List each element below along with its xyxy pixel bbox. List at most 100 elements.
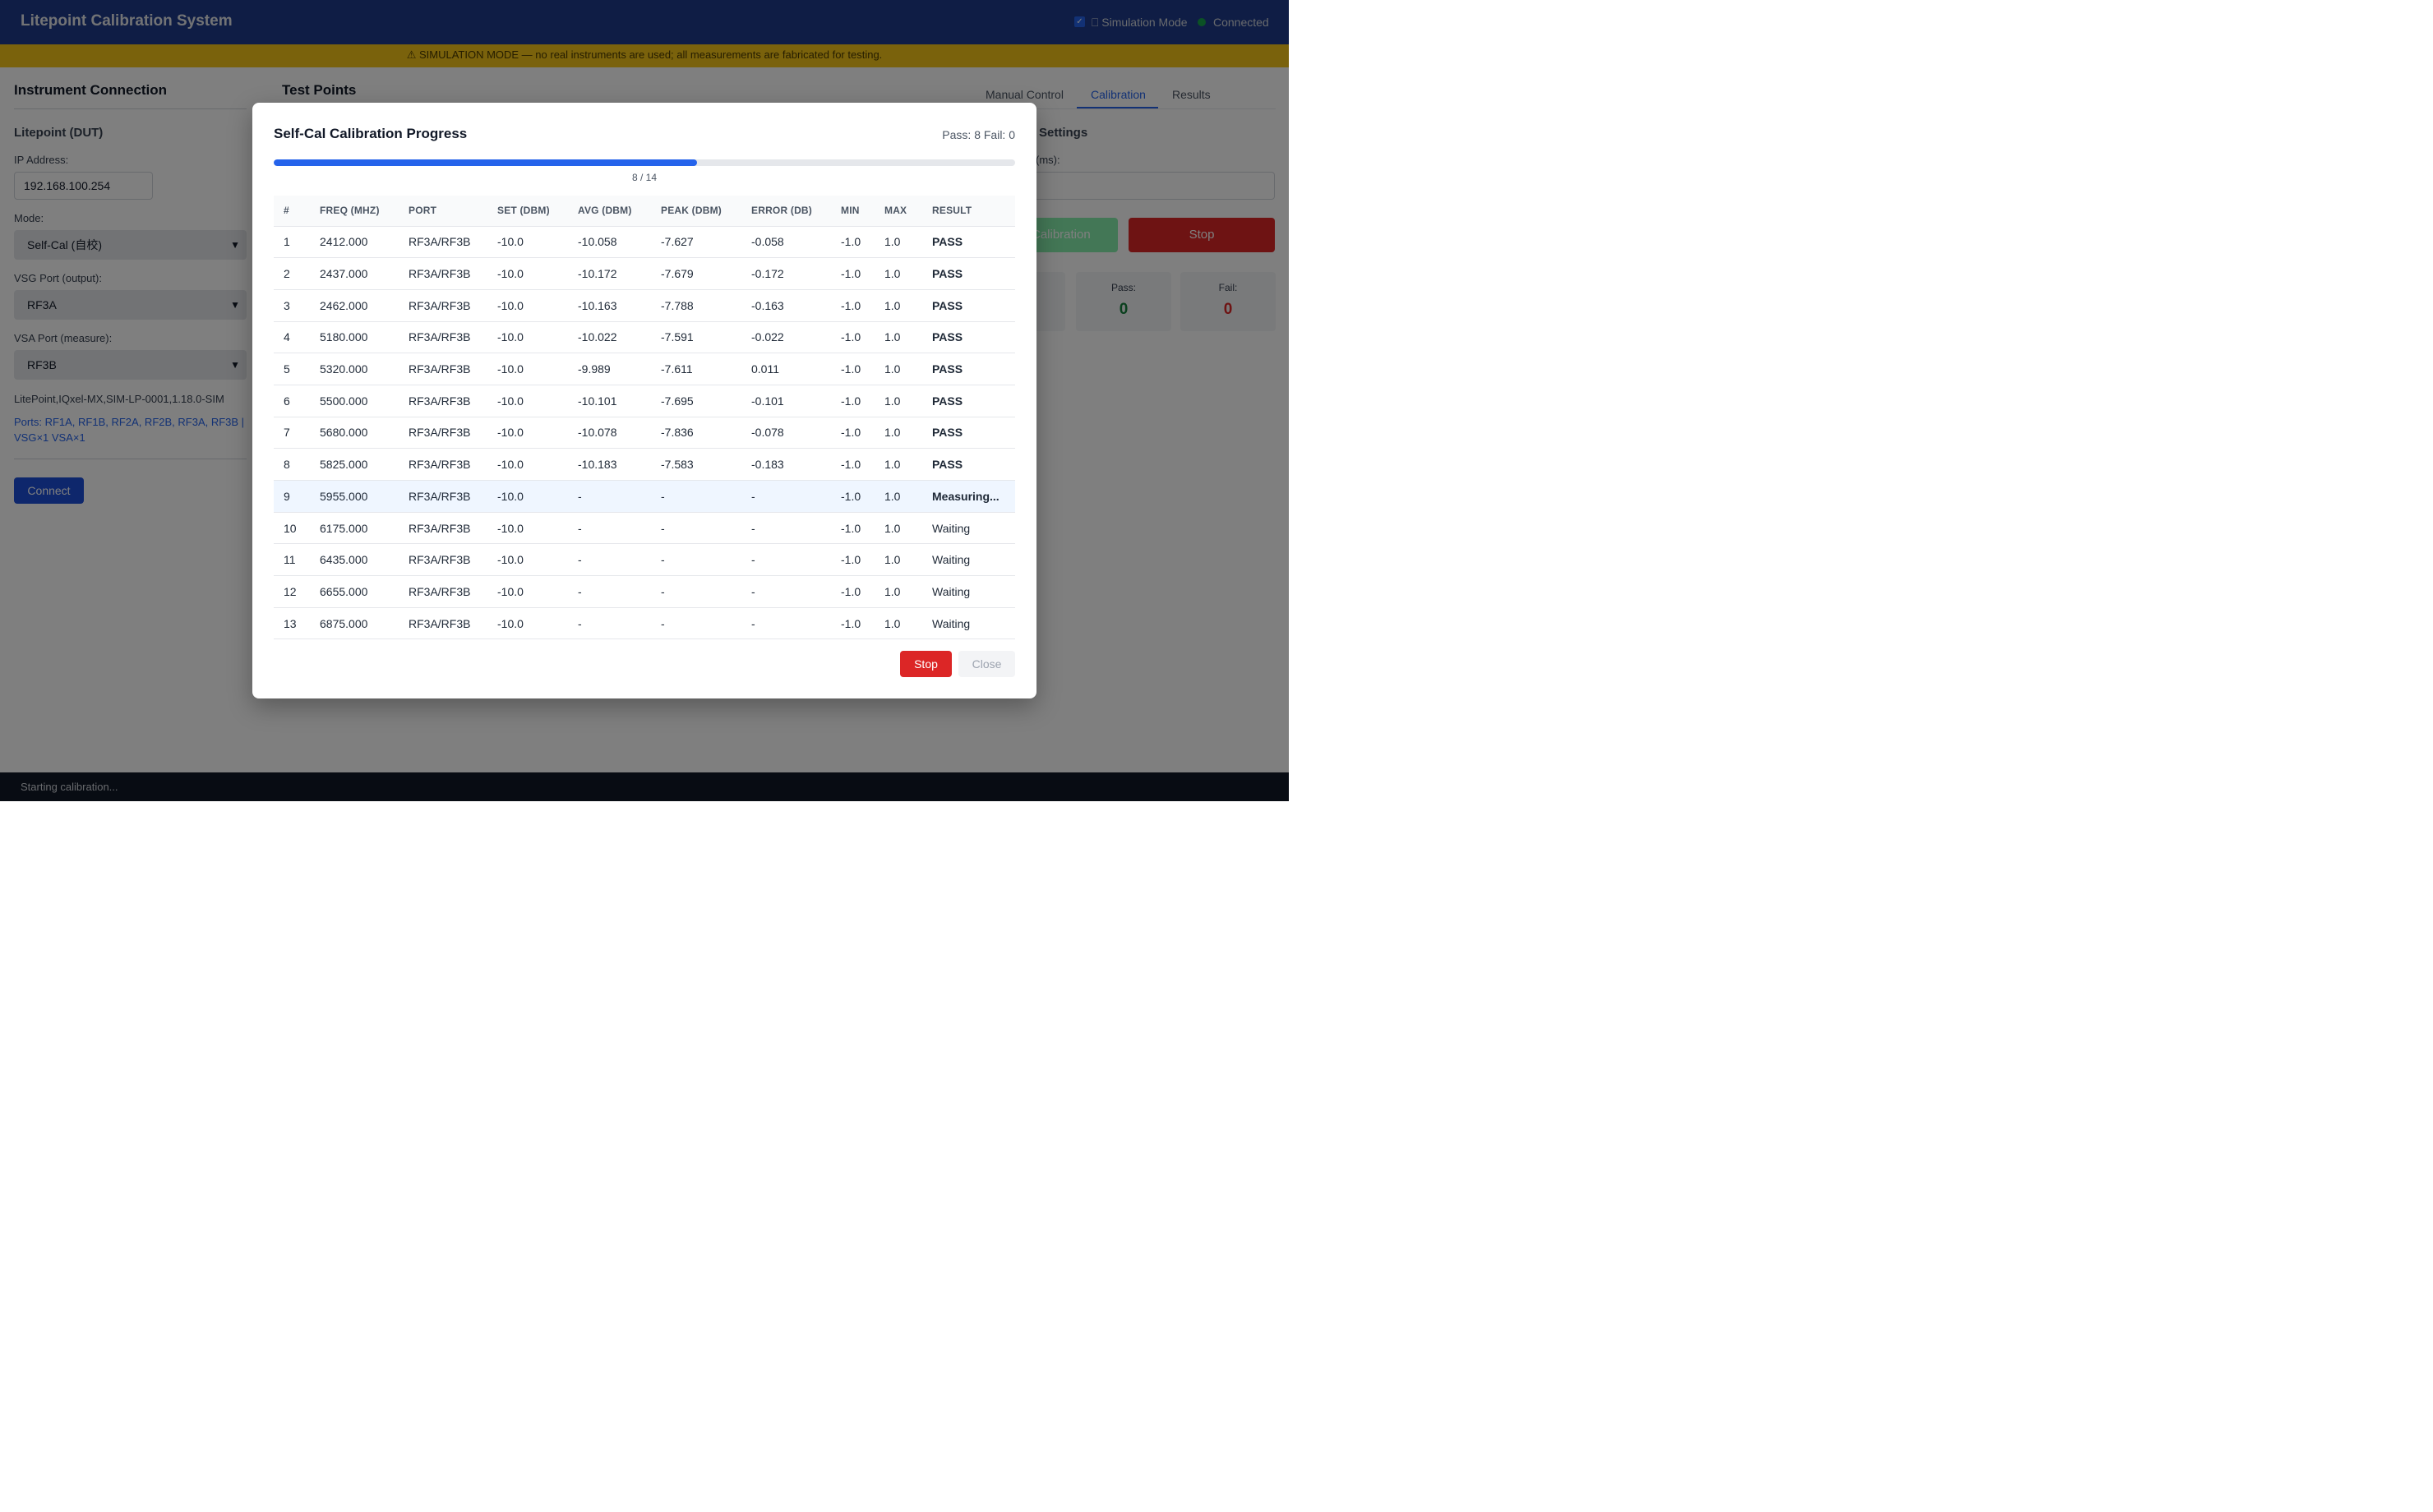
table-cell: -10.022 xyxy=(568,321,651,354)
table-cell: 5825.000 xyxy=(310,448,399,481)
column-header: RESULT xyxy=(922,196,1015,227)
result-cell: Waiting xyxy=(922,512,1015,545)
table-cell: 6175.000 xyxy=(310,512,399,545)
table-cell: 7 xyxy=(274,417,310,449)
table-cell: 6 xyxy=(274,385,310,417)
table-cell: 2437.000 xyxy=(310,257,399,290)
table-cell: - xyxy=(568,575,651,608)
table-cell: -10.0 xyxy=(487,226,568,259)
table-cell: -10.0 xyxy=(487,417,568,449)
column-header: SET (DBM) xyxy=(487,196,568,227)
table-cell: -7.695 xyxy=(651,385,741,417)
result-cell: PASS xyxy=(922,321,1015,354)
column-header: FREQ (MHZ) xyxy=(310,196,399,227)
result-cell: Measuring... xyxy=(922,480,1015,513)
table-cell: 9 xyxy=(274,480,310,513)
table-row: 2 2437.000 RF3A/RF3B -10.0 -10.172 -7.679 -0.1… xyxy=(274,257,1015,290)
calibration-table: # FREQ (MHZ) PORT SET (DBM) AVG (DBM) PE… xyxy=(274,196,1015,640)
table-row: 5 5320.000 RF3A/RF3B -10.0 -9.989 -7.611 0.011… xyxy=(274,353,1015,385)
table-cell: RF3A/RF3B xyxy=(399,448,487,481)
table-cell: RF3A/RF3B xyxy=(399,607,487,640)
table-cell: -10.0 xyxy=(487,543,568,577)
table-cell: 2 xyxy=(274,257,310,290)
result-cell: Waiting xyxy=(922,543,1015,577)
table-cell: 2462.000 xyxy=(310,289,399,322)
modal-close-button[interactable]: Close xyxy=(958,651,1015,677)
table-cell: -10.0 xyxy=(487,480,568,513)
table-cell: - xyxy=(568,480,651,513)
result-cell: PASS xyxy=(922,385,1015,417)
table-cell: -1.0 xyxy=(831,257,875,290)
table-cell: -7.836 xyxy=(651,417,741,449)
table-cell: -0.183 xyxy=(741,448,831,481)
table-cell: 1.0 xyxy=(875,257,922,290)
table-cell: 10 xyxy=(274,512,310,545)
table-cell: 1.0 xyxy=(875,543,922,577)
table-cell: 1.0 xyxy=(875,607,922,640)
table-cell: -7.611 xyxy=(651,353,741,385)
table-cell: RF3A/RF3B xyxy=(399,417,487,449)
table-cell: 1.0 xyxy=(875,321,922,354)
table-cell: 5955.000 xyxy=(310,480,399,513)
result-cell: PASS xyxy=(922,417,1015,449)
table-row: 13 6875.000 RF3A/RF3B -10.0- - - -1.0 1.0 Waitin… xyxy=(274,607,1015,640)
table-cell: 0.011 xyxy=(741,353,831,385)
result-cell: PASS xyxy=(922,289,1015,322)
table-cell: -1.0 xyxy=(831,480,875,513)
table-cell: - xyxy=(741,575,831,608)
table-cell: -7.788 xyxy=(651,289,741,322)
table-cell: RF3A/RF3B xyxy=(399,575,487,608)
table-header-row: # FREQ (MHZ) PORT SET (DBM) AVG (DBM) PE… xyxy=(274,196,1015,227)
table-cell: -1.0 xyxy=(831,353,875,385)
table-cell: RF3A/RF3B xyxy=(399,257,487,290)
table-cell: 5320.000 xyxy=(310,353,399,385)
table-cell: 6435.000 xyxy=(310,543,399,577)
table-cell: RF3A/RF3B xyxy=(399,289,487,322)
column-header: PORT xyxy=(399,196,487,227)
table-cell: 6875.000 xyxy=(310,607,399,640)
table-cell: -9.989 xyxy=(568,353,651,385)
table-cell: - xyxy=(741,512,831,545)
modal-stop-button[interactable]: Stop xyxy=(900,651,952,677)
table-row: 6 5500.000 RF3A/RF3B -10.0 -10.101 -7.695 -0.1… xyxy=(274,385,1015,417)
table-cell: -0.101 xyxy=(741,385,831,417)
table-cell: - xyxy=(568,607,651,640)
table-cell: - xyxy=(741,607,831,640)
table-cell: -7.627 xyxy=(651,226,741,259)
column-header: AVG (DBM) xyxy=(568,196,651,227)
table-cell: 13 xyxy=(274,607,310,640)
table-cell: -10.0 xyxy=(487,321,568,354)
table-cell: 5500.000 xyxy=(310,385,399,417)
table-cell: -10.0 xyxy=(487,607,568,640)
table-row: 3 2462.000 RF3A/RF3B -10.0 -10.163 -7.788 -0.1… xyxy=(274,289,1015,322)
table-cell: -10.0 xyxy=(487,257,568,290)
table-row: 8 5825.000 RF3A/RF3B -10.0 -10.183 -7.583 -0.1… xyxy=(274,448,1015,481)
result-cell: PASS xyxy=(922,226,1015,259)
table-cell: 8 xyxy=(274,448,310,481)
result-cell: Waiting xyxy=(922,575,1015,608)
progress-bar-fill xyxy=(274,159,698,166)
table-cell: - xyxy=(651,543,741,577)
table-cell: - xyxy=(651,575,741,608)
table-cell: -1.0 xyxy=(831,575,875,608)
table-cell: -1.0 xyxy=(831,543,875,577)
table-cell: -0.078 xyxy=(741,417,831,449)
table-cell: -7.583 xyxy=(651,448,741,481)
table-cell: 12 xyxy=(274,575,310,608)
table-cell: RF3A/RF3B xyxy=(399,543,487,577)
table-cell: RF3A/RF3B xyxy=(399,321,487,354)
table-cell: - xyxy=(741,480,831,513)
column-header: PEAK (DBM) xyxy=(651,196,741,227)
table-row: 1 2412.000 RF3A/RF3B -10.0 -10.058 -7.627 -0.0… xyxy=(274,226,1015,259)
table-cell: - xyxy=(568,512,651,545)
result-cell: PASS xyxy=(922,353,1015,385)
table-cell: -10.0 xyxy=(487,512,568,545)
table-row: 12 6655.000 RF3A/RF3B -10.0- - - -1.0 1.0 Waitin… xyxy=(274,575,1015,608)
table-cell: -10.0 xyxy=(487,448,568,481)
table-cell: -1.0 xyxy=(831,289,875,322)
table-cell: - xyxy=(651,512,741,545)
modal-title: Self-Cal Calibration Progress xyxy=(274,126,468,141)
table-cell: -1.0 xyxy=(831,448,875,481)
progress-text: 8 / 14 xyxy=(631,172,658,183)
table-cell: -1.0 xyxy=(831,417,875,449)
